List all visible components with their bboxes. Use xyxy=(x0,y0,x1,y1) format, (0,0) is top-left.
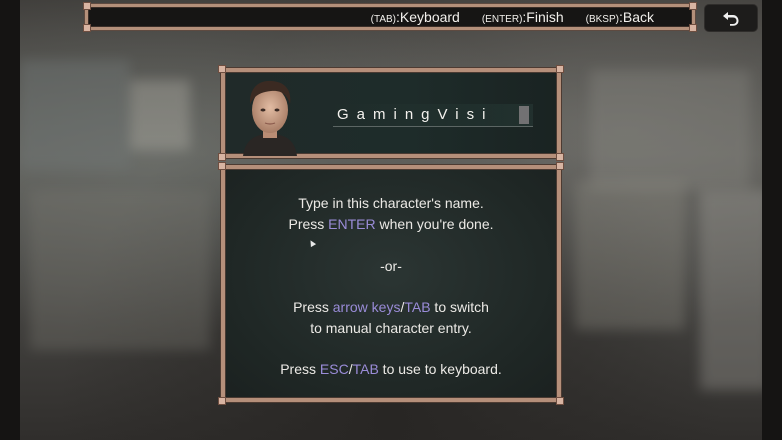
hint-key-tab: (TAB) xyxy=(370,14,397,25)
hint-action-finish: :Finish xyxy=(522,9,564,25)
frame-corner xyxy=(556,162,564,170)
name-entry-panel: GamingVisi xyxy=(218,65,564,161)
key-tab-highlight: TAB xyxy=(352,361,379,377)
key-esc-highlight: ESC xyxy=(319,361,349,377)
instruction-text: Press xyxy=(293,299,333,315)
text-cursor xyxy=(519,106,529,124)
instruction-line-manual-entry: to manual character entry. xyxy=(310,320,472,336)
instruction-separator: -or- xyxy=(380,258,402,274)
instruction-line-type-name: Type in this character's name. xyxy=(298,195,484,211)
hint-finish[interactable]: (ENTER):Finish xyxy=(482,9,564,25)
hint-keyboard[interactable]: (TAB):Keyboard xyxy=(371,9,460,25)
character-portrait xyxy=(235,74,305,156)
frame-corner xyxy=(689,2,697,10)
instruction-text: Press xyxy=(280,361,320,377)
instructions-panel: Type in this character's name. Press ENT… xyxy=(218,162,564,405)
frame-corner xyxy=(83,2,91,10)
instruction-text: when you're done. xyxy=(375,216,494,232)
instruction-text: to use to keyboard. xyxy=(378,361,502,377)
frame-corner xyxy=(689,24,697,32)
background-wall xyxy=(700,190,770,390)
control-hints-bar: (TAB):Keyboard (ENTER):Finish (BKSP):Bac… xyxy=(83,2,697,32)
instruction-text: to switch xyxy=(430,299,489,315)
background-poster xyxy=(130,80,190,150)
name-input-value: GamingVisi xyxy=(337,106,494,123)
frame-corner xyxy=(218,153,226,161)
frame-corner xyxy=(556,397,564,405)
key-arrow-keys-highlight: arrow keys xyxy=(332,299,401,315)
instruction-line-arrow-keys: Press arrow keys/TAB to switch xyxy=(225,299,557,315)
hint-key-bksp: (BKSP) xyxy=(585,14,619,25)
key-tab-highlight: TAB xyxy=(404,299,431,315)
right-border xyxy=(762,0,782,440)
frame-corner xyxy=(556,153,564,161)
back-button[interactable] xyxy=(705,5,757,31)
frame-corner xyxy=(218,162,226,170)
background-chair xyxy=(575,180,685,330)
background-counter xyxy=(30,190,210,350)
left-border xyxy=(0,0,20,440)
hint-back[interactable]: (BKSP):Back xyxy=(586,9,654,25)
name-input[interactable]: GamingVisi xyxy=(333,104,533,127)
instruction-line-press-enter: Press ENTER when you're done. xyxy=(225,216,557,232)
undo-arrow-icon xyxy=(723,12,739,26)
frame-corner xyxy=(218,397,226,405)
instruction-line-esc-tab: Press ESC/TAB to use to keyboard. xyxy=(225,361,557,377)
hint-action-back: :Back xyxy=(618,9,654,25)
frame-corner xyxy=(218,65,226,73)
instruction-text: Press xyxy=(288,216,329,232)
frame-corner xyxy=(556,65,564,73)
hint-key-enter: (ENTER) xyxy=(481,14,523,25)
key-enter-highlight: ENTER xyxy=(328,216,376,232)
frame-corner xyxy=(83,24,91,32)
background-cabinet xyxy=(20,60,130,170)
hint-action-keyboard: :Keyboard xyxy=(396,9,460,25)
background-shelf xyxy=(590,70,750,190)
